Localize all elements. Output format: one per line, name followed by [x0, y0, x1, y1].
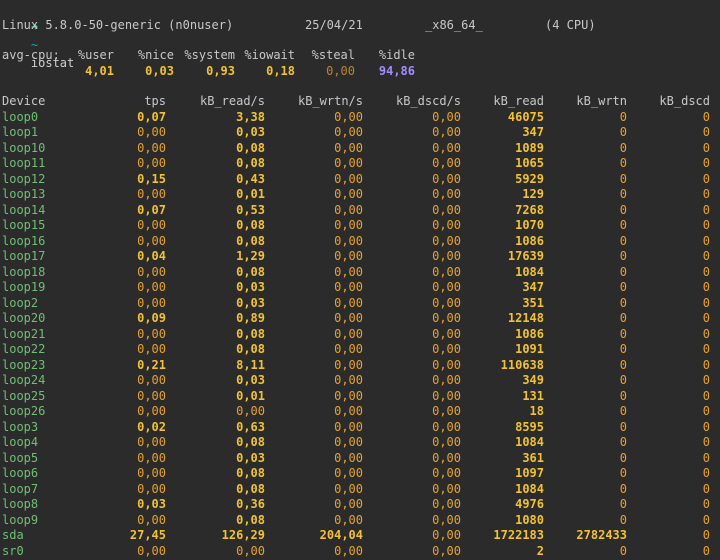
- cpu-value-system: 0,93: [206, 64, 235, 78]
- sysinfo-arch: _x86_64_: [425, 18, 483, 32]
- cell-kb-wrtn: 0: [619, 543, 627, 558]
- cpu-value-iowait: 0,18: [266, 64, 295, 78]
- cell-tps: 0,00: [137, 543, 166, 558]
- device-name: sr0: [2, 543, 24, 558]
- cpu-value-idle: 94,86: [378, 64, 415, 78]
- cell-kb-wrtn-s: 0,00: [334, 543, 363, 558]
- cpu-label: avg-cpu:: [2, 48, 60, 62]
- cpu-value-user: 4,01: [85, 64, 114, 78]
- cell-kb-read-s: 0,00: [236, 543, 265, 558]
- cell-kb-dscd: 0: [702, 543, 710, 558]
- cpu-value-nice: 0,03: [145, 64, 174, 78]
- cell-kb-dscd-s: 0,00: [432, 543, 461, 558]
- sysinfo-date: 25/04/21: [305, 18, 363, 32]
- cell-kb-read: 2: [536, 543, 544, 558]
- cpu-value-steal: 0,00: [326, 64, 355, 78]
- sysinfo-cpus: (4 CPU): [545, 18, 596, 32]
- terminal-window: ➜ ~ iostat Linux 5.8.0-50-generic (n0nus…: [0, 0, 720, 558]
- sysinfo-kernel: Linux 5.8.0-50-generic (n0nuser): [2, 18, 234, 32]
